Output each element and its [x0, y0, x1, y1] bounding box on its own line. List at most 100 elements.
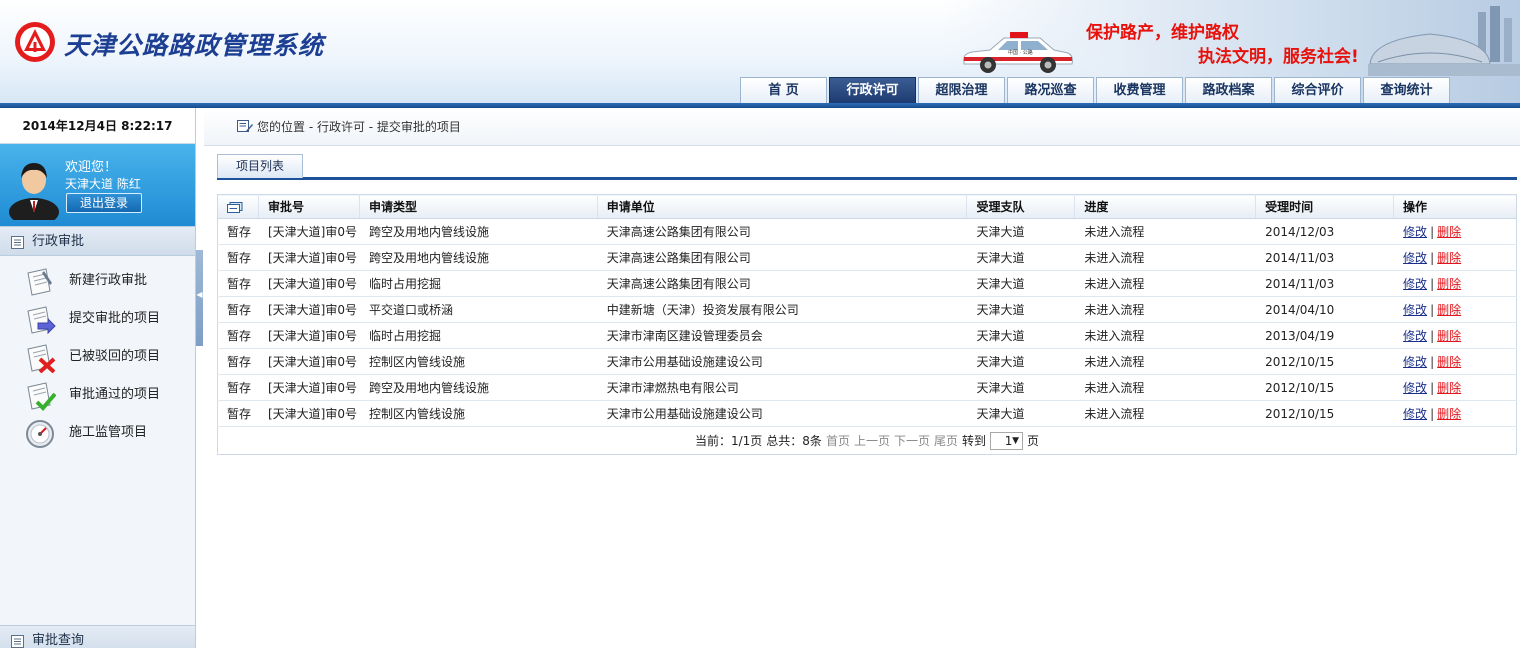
- delete-link[interactable]: 删除: [1437, 225, 1461, 239]
- approved-check-icon: [27, 382, 56, 411]
- approval-no-cell: [天津大道]审0号: [257, 296, 360, 323]
- new-form-icon: [27, 268, 52, 296]
- pager-total: 总共：8条: [766, 434, 822, 448]
- nav-tab-home[interactable]: 首 页: [740, 77, 827, 103]
- type-cell: 跨空及用地内管线设施: [358, 244, 598, 271]
- pager-current-page: 当前：1/1页: [694, 434, 763, 448]
- nav-tab-toll-management[interactable]: 收费管理: [1096, 77, 1183, 103]
- sidebar-item-approved-projects[interactable]: 审批通过的项目: [0, 376, 195, 414]
- table-header-row: 审批号 申请类型 申请单位 受理支队 进度 受理时间 操作: [217, 194, 1517, 219]
- stadium-skyline-image: [1368, 6, 1520, 76]
- delete-link[interactable]: 删除: [1437, 303, 1461, 317]
- actions-cell: 修改 | 删除: [1393, 348, 1517, 375]
- pagination: 当前：1/1页 总共：8条 首页 上一页 下一页 尾页 转到 1 ▼ 页: [694, 431, 1039, 450]
- applicant-cell: 天津市公用基础设施建设公司: [596, 348, 967, 375]
- chevron-down-icon: ▼: [1012, 435, 1020, 446]
- edit-link[interactable]: 修改: [1403, 381, 1427, 395]
- approval-no-cell: [天津大道]审0号: [257, 322, 360, 349]
- status-cell: 暂存: [217, 348, 259, 375]
- pager-row: 当前：1/1页 总共：8条 首页 上一页 下一页 尾页 转到 1 ▼ 页: [218, 427, 1517, 455]
- select-column-header[interactable]: [217, 194, 259, 219]
- accept-time-cell: 2014/11/03: [1255, 244, 1394, 271]
- user-avatar-icon: [9, 163, 59, 220]
- pager-first-link[interactable]: 首页: [826, 432, 850, 449]
- card-list-icon: [227, 201, 243, 213]
- tab-project-list[interactable]: 项目列表: [217, 154, 303, 178]
- column-header-progress: 进度: [1074, 194, 1256, 219]
- table-row: 暂存 [天津大道]审0号 跨空及用地内管线设施 天津高速公路集团有限公司 天津大道 未进入…: [217, 244, 1517, 271]
- column-header-branch: 受理支队: [966, 194, 1075, 219]
- delete-link[interactable]: 删除: [1437, 329, 1461, 343]
- sidebar-section-admin-approval[interactable]: 行政审批: [0, 226, 195, 256]
- action-separator: |: [1430, 225, 1435, 239]
- sidebar-item-label: 提交审批的项目: [69, 311, 161, 326]
- delete-link[interactable]: 删除: [1437, 355, 1461, 369]
- nav-tab-road-archives[interactable]: 路政档案: [1185, 77, 1272, 103]
- logout-button[interactable]: 退出登录: [66, 193, 142, 213]
- pager-prev-link[interactable]: 上一页: [854, 432, 890, 449]
- edit-link[interactable]: 修改: [1403, 303, 1427, 317]
- delete-link[interactable]: 删除: [1437, 251, 1461, 265]
- system-title: 天津公路路政管理系统: [64, 31, 325, 60]
- status-cell: 暂存: [217, 400, 259, 427]
- table-row: 暂存 [天津大道]审0号 控制区内管线设施 天津市公用基础设施建设公司 天津大道 未进入流…: [217, 400, 1517, 427]
- status-cell: 暂存: [217, 296, 259, 323]
- nav-tab-overload-control[interactable]: 超限治理: [918, 77, 1005, 103]
- actions-cell: 修改 | 删除: [1393, 218, 1517, 245]
- edit-link[interactable]: 修改: [1403, 329, 1427, 343]
- user-panel: 欢迎您！ 天津大道 陈红 退出登录: [0, 144, 195, 226]
- gauge-icon: [26, 420, 54, 448]
- edit-link[interactable]: 修改: [1403, 407, 1427, 421]
- approval-no-cell: [天津大道]审0号: [257, 348, 360, 375]
- type-cell: 平交道口或桥涵: [358, 296, 598, 323]
- sidebar-item-rejected-projects[interactable]: 已被驳回的项目: [0, 338, 195, 376]
- slogan-line-2: 执法文明，服务社会!: [1198, 47, 1359, 67]
- sidebar-item-new-approval[interactable]: 新建行政审批: [0, 262, 195, 300]
- table-body: 暂存 [天津大道]审0号 跨空及用地内管线设施 天津高速公路集团有限公司 天津大道 未进入…: [217, 218, 1517, 427]
- table-row: 暂存 [天津大道]审0号 临时占用挖掘 天津高速公路集团有限公司 天津大道 未进入流程 20…: [217, 270, 1517, 297]
- police-car-icon: 中国 · 公路: [963, 32, 1073, 73]
- document-list-icon: [11, 635, 24, 648]
- nav-tab-road-patrol[interactable]: 路况巡查: [1007, 77, 1094, 103]
- edit-link[interactable]: 修改: [1403, 355, 1427, 369]
- sidebar-item-label: 已被驳回的项目: [69, 349, 161, 364]
- delete-link[interactable]: 删除: [1437, 381, 1461, 395]
- sidebar-collapse-handle[interactable]: ◀: [196, 250, 203, 346]
- sidebar-section-approval-query[interactable]: 审批查询: [0, 625, 195, 648]
- action-separator: |: [1430, 355, 1435, 369]
- pager-last-link[interactable]: 尾页: [934, 432, 958, 449]
- sidebar-item-submitted-projects[interactable]: 提交审批的项目: [0, 300, 195, 338]
- column-header-actions: 操作: [1393, 194, 1517, 219]
- branch-cell: 天津大道: [966, 270, 1075, 297]
- accept-time-cell: 2012/10/15: [1255, 374, 1394, 401]
- nav-tab-query-stats[interactable]: 查询统计: [1363, 77, 1450, 103]
- nav-tab-admin-permit[interactable]: 行政许可: [829, 77, 916, 103]
- column-header-applicant: 申请单位: [596, 194, 967, 219]
- column-header-accept-time: 受理时间: [1255, 194, 1394, 219]
- applicant-cell: 天津市公用基础设施建设公司: [596, 400, 967, 427]
- edit-link[interactable]: 修改: [1403, 277, 1427, 291]
- edit-link[interactable]: 修改: [1403, 251, 1427, 265]
- column-header-type: 申请类型: [358, 194, 598, 219]
- collapse-arrow-icon: ◀: [196, 290, 203, 299]
- page-select[interactable]: 1 ▼: [990, 431, 1024, 450]
- type-cell: 跨空及用地内管线设施: [358, 374, 598, 401]
- sidebar-section-label: 审批查询: [32, 633, 85, 648]
- edit-link[interactable]: 修改: [1403, 225, 1427, 239]
- status-cell: 暂存: [217, 244, 259, 271]
- type-cell: 临时占用挖掘: [358, 270, 598, 297]
- nav-tab-evaluation[interactable]: 综合评价: [1274, 77, 1361, 103]
- status-cell: 暂存: [217, 322, 259, 349]
- sidebar-item-construction-supervision[interactable]: 施工监管项目: [0, 414, 195, 452]
- accept-time-cell: 2014/11/03: [1255, 270, 1394, 297]
- rejected-x-icon: [27, 344, 56, 373]
- delete-link[interactable]: 删除: [1437, 407, 1461, 421]
- type-cell: 临时占用挖掘: [358, 322, 598, 349]
- branch-cell: 天津大道: [966, 218, 1075, 245]
- progress-cell: 未进入流程: [1074, 374, 1256, 401]
- progress-cell: 未进入流程: [1074, 296, 1256, 323]
- delete-link[interactable]: 删除: [1437, 277, 1461, 291]
- pager-next-link[interactable]: 下一页: [894, 432, 930, 449]
- approval-no-cell: [天津大道]审0号: [257, 218, 360, 245]
- sidebar-section-label: 行政审批: [32, 234, 85, 249]
